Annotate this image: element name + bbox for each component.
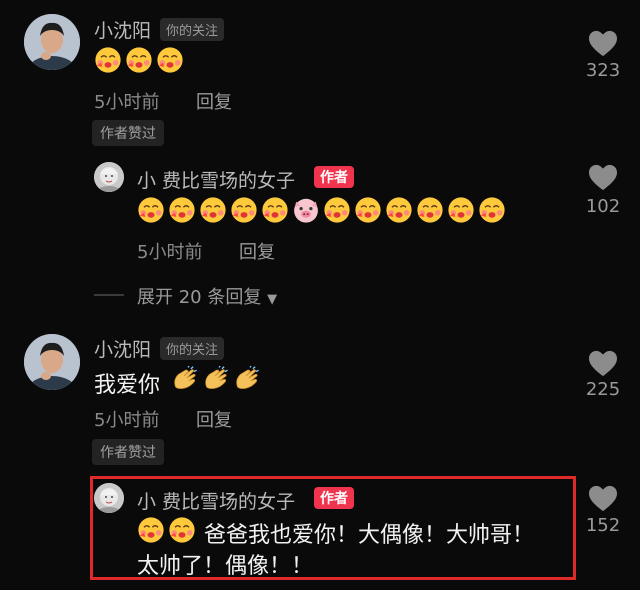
- avatar[interactable]: [94, 162, 124, 192]
- expand-replies-link[interactable]: 展开 20 条回复 ▼: [137, 283, 277, 309]
- author-liked-badge: 作者赞过: [92, 120, 164, 146]
- like-count: 225: [585, 379, 621, 400]
- following-badge: 你的关注: [160, 18, 225, 41]
- following-badge: 你的关注: [160, 337, 225, 360]
- heart-icon[interactable]: [588, 485, 618, 513]
- clap-emoji-icon: [232, 366, 260, 394]
- avatar[interactable]: [24, 334, 80, 390]
- comment-author-name[interactable]: 小沈阳: [94, 335, 151, 362]
- comment-timestamp: 5小时前: [137, 242, 203, 263]
- comment-author-name[interactable]: 小 费比雪场的女子: [137, 166, 295, 193]
- kiss-emoji-icon: [354, 196, 382, 224]
- comment-emoji-row: [137, 516, 199, 544]
- kiss-emoji-icon: [447, 196, 475, 224]
- like-count: 323: [585, 60, 621, 81]
- author-badge: 作者: [314, 487, 354, 509]
- comment-author-name[interactable]: 小 费比雪场的女子: [137, 487, 295, 514]
- caret-down-icon: ▼: [267, 292, 278, 307]
- heart-icon[interactable]: [588, 350, 618, 378]
- reply-button[interactable]: 回复: [196, 88, 232, 114]
- kiss-emoji-icon: [168, 516, 196, 544]
- avatar-image: [24, 334, 80, 390]
- comment-emoji-row: [94, 46, 187, 74]
- comment-text: 我爱你: [94, 373, 161, 398]
- comment-author-name[interactable]: 小沈阳: [94, 16, 151, 43]
- kiss-emoji-icon: [168, 196, 196, 224]
- avatar[interactable]: [24, 14, 80, 70]
- kiss-emoji-icon: [137, 516, 165, 544]
- kiss-emoji-icon: [137, 196, 165, 224]
- kiss-emoji-icon: [230, 196, 258, 224]
- like-count: 102: [585, 196, 621, 217]
- pig-emoji-icon: [292, 196, 320, 224]
- comment-emoji-row: [170, 366, 263, 394]
- comment-text: 爸爸我也爱你！大偶像！大帅哥！: [204, 523, 535, 548]
- kiss-emoji-icon: [478, 196, 506, 224]
- avatar[interactable]: [94, 483, 124, 513]
- clap-emoji-icon: [170, 366, 198, 394]
- comment-emoji-row: [137, 196, 509, 224]
- avatar-image: [94, 162, 124, 192]
- expand-replies-label: 展开 20 条回复: [137, 287, 262, 308]
- comment-text: 太帅了！偶像！！: [137, 554, 314, 579]
- kiss-emoji-icon: [261, 196, 289, 224]
- author-badge: 作者: [314, 166, 354, 188]
- kiss-emoji-icon: [94, 46, 122, 74]
- comment-timestamp: 5小时前: [94, 92, 160, 113]
- comment-timestamp: 5小时前: [94, 410, 160, 431]
- like-count: 152: [585, 515, 621, 536]
- author-liked-badge: 作者赞过: [92, 439, 164, 465]
- clap-emoji-icon: [201, 366, 229, 394]
- kiss-emoji-icon: [385, 196, 413, 224]
- heart-icon[interactable]: [588, 164, 618, 192]
- reply-button[interactable]: 回复: [196, 406, 232, 432]
- kiss-emoji-icon: [323, 196, 351, 224]
- divider: [94, 294, 124, 296]
- avatar-image: [24, 14, 80, 70]
- kiss-emoji-icon: [416, 196, 444, 224]
- reply-button[interactable]: 回复: [239, 238, 275, 264]
- kiss-emoji-icon: [125, 46, 153, 74]
- heart-icon[interactable]: [588, 30, 618, 58]
- avatar-image: [94, 483, 124, 513]
- kiss-emoji-icon: [156, 46, 184, 74]
- kiss-emoji-icon: [199, 196, 227, 224]
